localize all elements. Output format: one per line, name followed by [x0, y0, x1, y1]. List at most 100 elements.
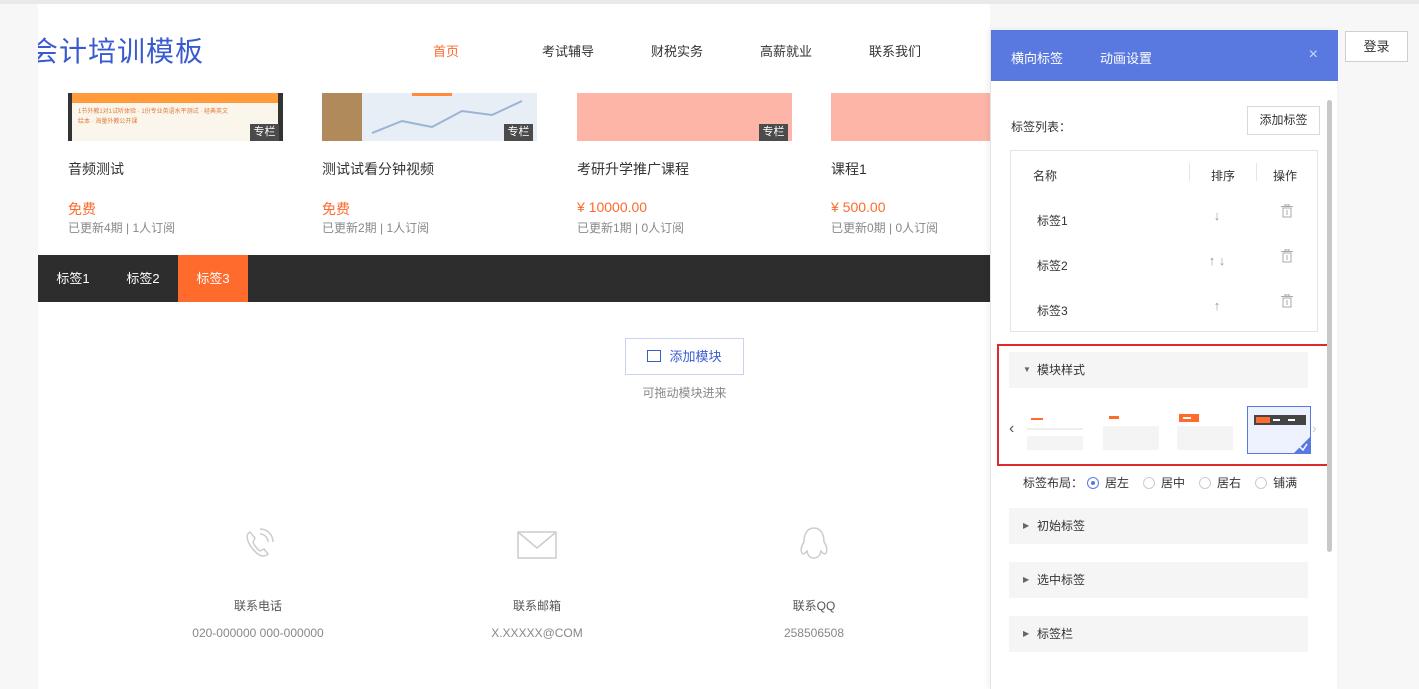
site-nav: 首页 考试辅导 财税实务 高薪就业 联系我们	[433, 41, 978, 60]
column-badge: 专栏	[759, 124, 788, 141]
radio-label: 铺满	[1273, 476, 1298, 490]
contact-label: 联系QQ	[792, 599, 836, 613]
phone-icon	[246, 528, 274, 557]
course-card[interactable]: 1节外教1对1试听体验 · 1份专业英语水平测试 · 经典英文绘本 · 海量外教…	[68, 93, 283, 243]
radio-left[interactable]	[1087, 476, 1100, 489]
course-price: ¥ 500.00	[831, 199, 886, 215]
tab-1[interactable]: 标签1	[38, 255, 108, 302]
tab-3[interactable]: 标签3	[178, 255, 248, 302]
panel-scrollbar[interactable]	[1327, 100, 1332, 552]
radio-label: 居中	[1161, 476, 1186, 490]
table-row: 标签1 ↓	[1011, 196, 1317, 241]
course-meta: 已更新2期 | 1人订阅	[322, 221, 430, 235]
add-module-icon	[647, 350, 662, 362]
style-option-1[interactable]	[1023, 406, 1087, 454]
course-thumbnail: 1节外教1对1试听体验 · 1份专业英语水平测试 · 经典英文绘本 · 海量外教…	[68, 93, 283, 141]
tag-list-label: 标签列表：	[1011, 120, 1072, 134]
section-initial-tag[interactable]: ▶ 初始标签	[1009, 508, 1308, 544]
course-card[interactable]: 专栏 测试试看分钟视频 免费 已更新2期 | 1人订阅	[322, 93, 537, 243]
section-selected-tag[interactable]: ▶ 选中标签	[1009, 562, 1308, 598]
chevron-right-icon[interactable]: ›	[1312, 420, 1317, 436]
section-label: 选中标签	[1037, 573, 1086, 587]
add-tag-button[interactable]: 添加标签	[1247, 106, 1320, 135]
course-price: ¥ 10000.00	[577, 199, 648, 215]
course-meta: 已更新0期 | 0人订阅	[831, 221, 939, 235]
nav-item-home[interactable]: 首页	[433, 41, 542, 60]
radio-label: 居左	[1105, 476, 1130, 490]
tab-animation-settings[interactable]: 动画设置	[1100, 48, 1152, 67]
contact-label: 联系电话	[233, 599, 282, 613]
contact-value: 258506508	[783, 626, 845, 640]
tab-settings-panel: 横向标签 动画设置 × 标签列表： 添加标签 名称 排序 操作 标签1 ↓ 标签…	[990, 30, 1338, 689]
column-badge: 专栏	[504, 124, 533, 141]
caret-right-icon: ▶	[1023, 629, 1030, 638]
contact-phone: 联系电话 020-000000 000-000000	[158, 524, 358, 640]
nav-item-exam[interactable]: 考试辅导	[542, 41, 651, 60]
column-divider	[1189, 163, 1190, 181]
course-meta: 已更新1期 | 0人订阅	[577, 221, 685, 235]
sort-arrows[interactable]: ↑ ↓	[1181, 253, 1253, 268]
column-header-sort: 排序	[1211, 169, 1236, 183]
table-row: 标签3 ↑	[1011, 286, 1317, 331]
sort-arrows[interactable]: ↑	[1181, 298, 1253, 313]
horizontal-tab-bar: 标签1 标签2 标签3	[38, 255, 990, 302]
sort-arrows[interactable]: ↓	[1181, 208, 1253, 223]
tab-2[interactable]: 标签2	[108, 255, 178, 302]
course-title: 考研升学推广课程	[577, 161, 689, 177]
site-canvas: 会计培训模板 首页 考试辅导 财税实务 高薪就业 联系我们 1节外教1对1试听体…	[38, 4, 990, 689]
tag-name: 标签2	[1037, 259, 1068, 273]
caret-down-icon: ▼	[1023, 365, 1031, 374]
course-price: 免费	[322, 201, 350, 217]
radio-label: 居右	[1217, 476, 1242, 490]
tag-layout-row: 标签布局： 居左 居中 居右 铺满	[1023, 474, 1297, 491]
caret-right-icon: ▶	[1023, 521, 1030, 530]
course-title: 测试试看分钟视频	[322, 161, 434, 177]
course-thumbnail: 专栏	[577, 93, 792, 141]
drag-hint: 可拖动模块进来	[642, 386, 727, 400]
trash-icon[interactable]	[1267, 248, 1307, 266]
course-cards: 1节外教1对1试听体验 · 1份专业英语水平测试 · 经典英文绘本 · 海量外教…	[38, 93, 990, 243]
contact-email: 联系邮箱 X.XXXXX@COM	[437, 524, 637, 640]
login-button[interactable]: 登录	[1345, 31, 1408, 62]
section-label: 初始标签	[1037, 519, 1086, 533]
tag-name: 标签3	[1037, 304, 1068, 318]
add-module-button[interactable]: 添加模块	[625, 338, 744, 375]
course-card[interactable]: 课程1 ¥ 500.00 已更新0期 | 0人订阅	[831, 93, 990, 243]
close-icon[interactable]: ×	[1309, 46, 1318, 64]
caret-right-icon: ▶	[1023, 575, 1030, 584]
nav-item-tax[interactable]: 财税实务	[651, 41, 760, 60]
course-card[interactable]: 专栏 考研升学推广课程 ¥ 10000.00 已更新1期 | 0人订阅	[577, 93, 792, 243]
nav-item-jobs[interactable]: 高薪就业	[760, 41, 869, 60]
section-tab-bar[interactable]: ▶ 标签栏	[1009, 616, 1308, 652]
site-logo[interactable]: 会计培训模板	[38, 30, 204, 70]
mail-icon	[517, 531, 557, 559]
column-divider	[1256, 163, 1257, 181]
section-label: 标签栏	[1037, 627, 1074, 641]
contact-label: 联系邮箱	[512, 599, 561, 613]
thumbnail-text: 1节外教1对1试听体验 · 1份专业英语水平测试 · 经典英文绘本 · 海量外教…	[78, 109, 229, 125]
nav-item-contact[interactable]: 联系我们	[869, 41, 978, 60]
tab-horizontal-tags[interactable]: 横向标签	[1011, 48, 1064, 83]
radio-right[interactable]	[1199, 476, 1212, 489]
course-meta: 已更新4期 | 1人订阅	[68, 221, 176, 235]
style-option-3[interactable]	[1173, 406, 1237, 454]
column-header-op: 操作	[1273, 169, 1298, 183]
trash-icon[interactable]	[1267, 293, 1307, 311]
style-option-2[interactable]	[1099, 406, 1163, 454]
layout-label: 标签布局：	[1023, 476, 1084, 490]
column-header-name: 名称	[1033, 169, 1058, 183]
course-price: 免费	[68, 201, 96, 217]
site-header: 会计培训模板 首页 考试辅导 财税实务 高薪就业 联系我们	[38, 4, 990, 92]
section-module-style[interactable]: ▼ 模块样式	[1009, 352, 1308, 388]
tag-table: 名称 排序 操作 标签1 ↓ 标签2 ↑ ↓ 标签3 ↑	[1010, 150, 1318, 332]
add-module-label: 添加模块	[669, 349, 722, 364]
radio-fill[interactable]	[1255, 476, 1268, 489]
contact-qq: 联系QQ 258506508	[714, 524, 914, 640]
style-options	[1013, 406, 1313, 454]
radio-center[interactable]	[1143, 476, 1156, 489]
course-thumbnail	[831, 93, 990, 141]
course-title: 课程1	[831, 161, 867, 177]
style-option-4[interactable]	[1247, 406, 1311, 454]
qq-icon	[800, 527, 828, 559]
trash-icon[interactable]	[1267, 203, 1307, 221]
